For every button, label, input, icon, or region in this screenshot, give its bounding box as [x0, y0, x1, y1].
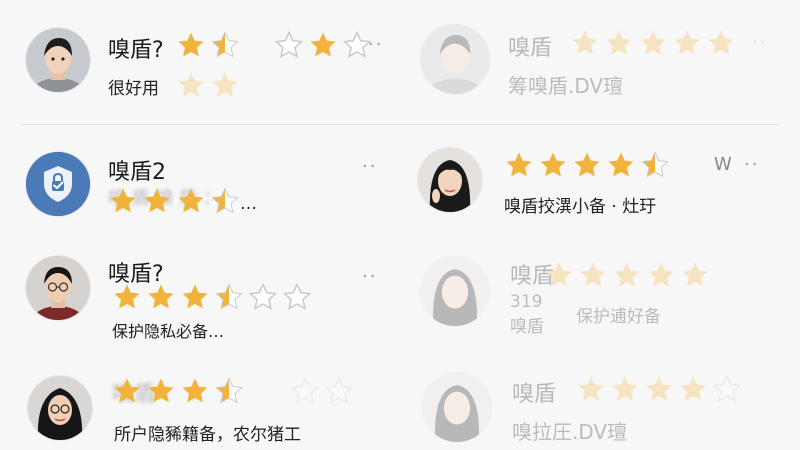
young-woman-avatar	[422, 372, 492, 442]
star-full-icon	[210, 70, 240, 100]
rating-stars	[544, 260, 710, 290]
rating-stars	[176, 30, 240, 60]
star-half-icon	[214, 376, 244, 406]
star-full-icon	[706, 28, 736, 58]
review-text: 筹嗅盾.DV璮	[508, 74, 624, 98]
review-text: 嗅拉圧.DV璮	[512, 420, 628, 444]
star-full-icon	[142, 186, 172, 216]
star-full-icon	[504, 150, 534, 180]
rating-stars	[108, 186, 240, 216]
review-card[interactable]: 嗅盾 ·· 筹嗅盾.DV璮	[400, 0, 800, 120]
review-meta: 319	[510, 292, 543, 312]
star-full-icon	[576, 374, 606, 404]
review-card[interactable]: 嗅盾 嗅拉圧.DV璮	[400, 362, 800, 450]
young-man-glasses-avatar	[26, 256, 90, 320]
star-full-icon	[646, 260, 676, 290]
star-half-icon	[678, 374, 708, 404]
rating-stars	[504, 150, 670, 180]
young-woman-avatar	[420, 256, 490, 326]
star-full-icon	[604, 28, 634, 58]
more-menu-icon[interactable]: ··	[752, 32, 767, 53]
star-full-icon	[176, 30, 206, 60]
star-half-icon	[210, 186, 240, 216]
star-full-icon	[680, 260, 710, 290]
more-menu-icon[interactable]: ··	[362, 266, 377, 287]
star-full-icon	[180, 376, 210, 406]
review-card[interactable]: 嗅盾? ·· 保护隐私必备…	[0, 248, 400, 348]
review-card[interactable]: 嗅盾 319 嗅盾 保护逋好备	[400, 248, 800, 348]
rating-stars	[570, 28, 736, 58]
star-half-icon	[640, 150, 670, 180]
rating-stars-ghost	[290, 376, 354, 406]
star-full-icon	[108, 186, 138, 216]
row-divider	[20, 124, 780, 125]
star-full-icon	[146, 282, 176, 312]
star-full-icon	[112, 376, 142, 406]
reviewer-name: 嗅盾?	[108, 38, 164, 63]
review-card[interactable]: 嗅盾2 ·· 嗅 盾 嗅 盾 ： …	[0, 140, 400, 240]
star-full-icon	[572, 150, 602, 180]
young-woman-avatar	[418, 148, 482, 212]
star-full-icon	[180, 282, 210, 312]
review-card[interactable]: 嗅盾 所户隐豨籍备，农尔猪工	[0, 362, 400, 450]
reviewer-name: 嗅盾	[512, 382, 557, 407]
star-empty-icon	[248, 282, 278, 312]
review-text: 保护逋好备	[576, 307, 661, 327]
star-full-icon	[638, 28, 668, 58]
star-full-icon	[606, 150, 636, 180]
star-full-icon	[308, 30, 338, 60]
star-half-icon	[214, 282, 244, 312]
review-text: 很好用	[108, 79, 159, 99]
star-full-icon	[612, 260, 642, 290]
star-full-icon	[176, 186, 206, 216]
star-empty-icon	[290, 376, 320, 406]
star-empty-icon	[324, 376, 354, 406]
young-man-avatar	[26, 28, 90, 92]
star-full-icon	[544, 260, 574, 290]
review-meta: 嗅盾	[510, 317, 544, 337]
review-card[interactable]: W ·· 嗅盾挍潩小备 · 灶玗	[400, 140, 800, 240]
woman-glasses-avatar	[28, 376, 92, 440]
review-text: 嗅盾挍潩小备 · 灶玗	[504, 197, 657, 217]
review-text: 所户隐豨籍备，农尔猪工	[114, 425, 301, 445]
star-empty-icon	[274, 30, 304, 60]
star-full-icon	[570, 28, 600, 58]
shield-lock-app-icon	[26, 152, 90, 216]
star-full-icon	[610, 374, 640, 404]
reviewer-name: 嗅盾	[508, 36, 553, 61]
more-menu-icon[interactable]: ··	[362, 156, 377, 177]
reviewer-name: 嗅盾2	[108, 160, 166, 185]
rating-stars-secondary	[274, 30, 372, 60]
star-full-icon	[146, 376, 176, 406]
star-full-icon	[176, 70, 206, 100]
young-man-avatar	[420, 24, 490, 94]
rating-stars	[576, 374, 742, 404]
rating-stars-ghost	[176, 70, 240, 100]
review-text: …	[240, 194, 257, 214]
star-half-icon	[210, 30, 240, 60]
star-full-icon	[538, 150, 568, 180]
badge-label: W	[714, 154, 732, 175]
star-full-icon	[112, 282, 142, 312]
rating-stars	[112, 282, 312, 312]
review-text: 保护隐私必备…	[112, 322, 225, 341]
star-full-icon	[578, 260, 608, 290]
rating-stars	[112, 376, 244, 406]
more-menu-icon[interactable]: ··	[744, 154, 759, 175]
star-empty-icon	[282, 282, 312, 312]
star-full-icon	[644, 374, 674, 404]
star-empty-icon	[712, 374, 742, 404]
review-card[interactable]: 嗅盾? ·· 很好用	[0, 0, 400, 120]
more-menu-icon[interactable]: ··	[368, 34, 383, 55]
star-half-icon	[672, 28, 702, 58]
